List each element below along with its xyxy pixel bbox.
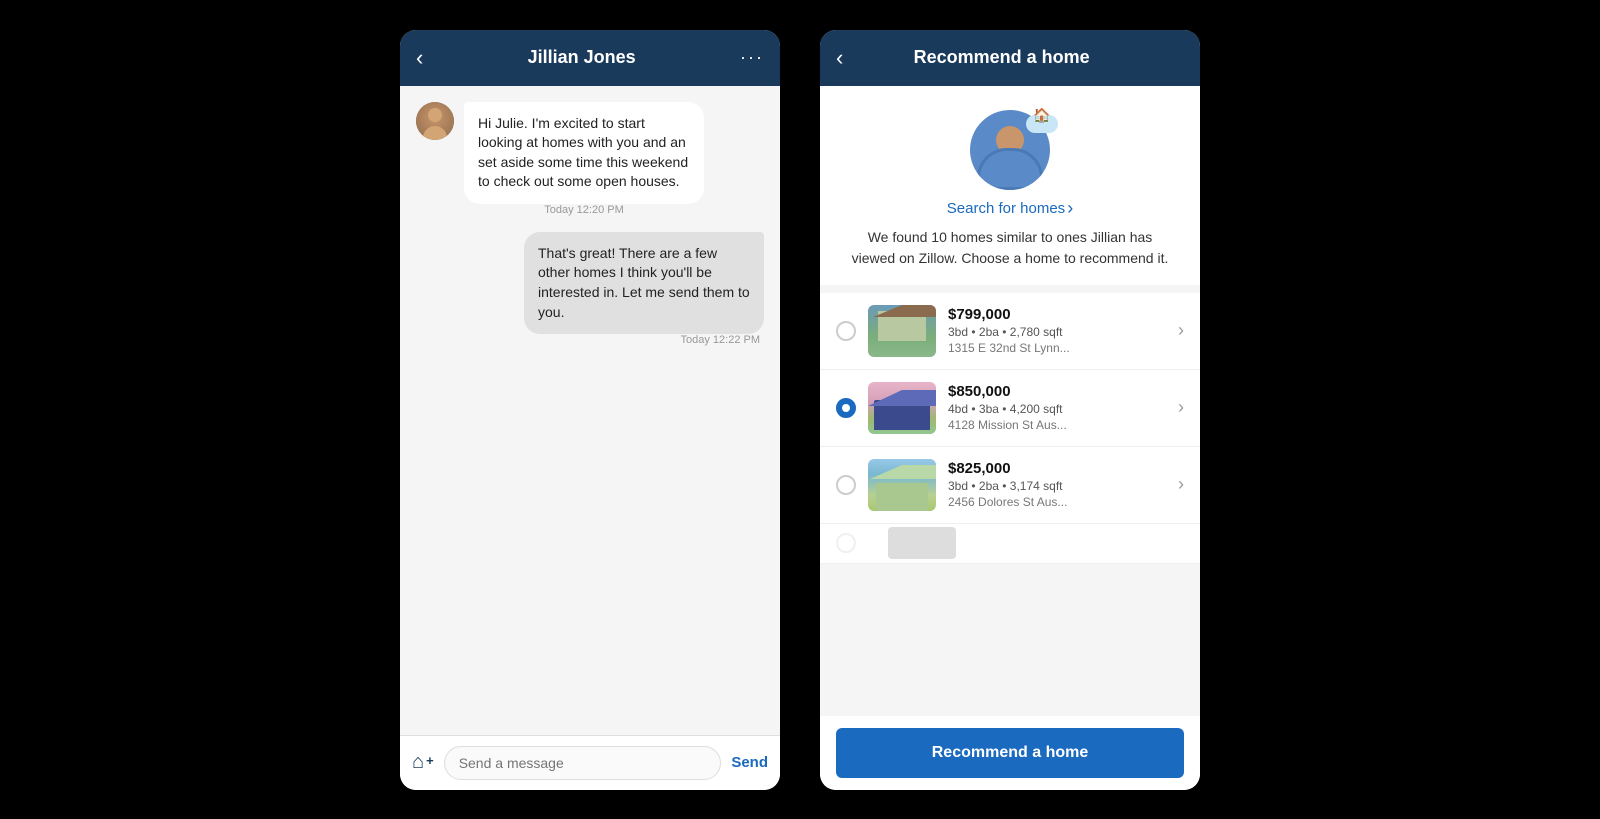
home-price-3: $825,000 [948, 460, 1166, 477]
chat-phone-frame: ‹ Jillian Jones ··· Hi Julie. I'm excite… [400, 30, 780, 790]
house-cloud-badge [1024, 102, 1060, 138]
home-details-3: 3bd • 2ba • 3,174 sqft [948, 479, 1166, 493]
home-price-2: $850,000 [948, 383, 1166, 400]
home-thumbnail-3 [868, 459, 936, 511]
partial-home-item [820, 524, 1200, 564]
home-thumbnail-1 [868, 305, 936, 357]
homes-list: $799,000 3bd • 2ba • 2,780 sqft 1315 E 3… [820, 285, 1200, 572]
description-text: We found 10 homes similar to ones Jillia… [836, 227, 1184, 269]
timestamp-sent: Today 12:22 PM [524, 334, 764, 346]
search-for-homes-link[interactable]: Search for homes [947, 198, 1073, 219]
chat-body: Hi Julie. I'm excited to start looking a… [400, 86, 780, 735]
timestamp-received: Today 12:20 PM [464, 204, 704, 216]
recommend-phone-frame: ‹ Recommend a home Search for homes We f… [820, 30, 1200, 790]
home-chevron-2: › [1178, 397, 1184, 418]
avatar-image [416, 102, 454, 140]
cloud-house-icon [1024, 107, 1060, 133]
partial-radio [836, 533, 856, 553]
home-info-3: $825,000 3bd • 2ba • 3,174 sqft 2456 Dol… [948, 460, 1166, 509]
chat-more-button[interactable]: ··· [740, 47, 764, 68]
send-button[interactable]: Send [731, 754, 768, 771]
home-thumbnail-2 [868, 382, 936, 434]
home-radio-1[interactable] [836, 321, 856, 341]
home-address-2: 4128 Mission St Aus... [948, 418, 1166, 432]
home-chevron-1: › [1178, 320, 1184, 341]
avatar [416, 102, 454, 140]
plus-icon: + [426, 753, 434, 768]
home-item-3[interactable]: $825,000 3bd • 2ba • 3,174 sqft 2456 Dol… [820, 447, 1200, 524]
recommend-button[interactable]: Recommend a home [836, 728, 1184, 778]
recommend-back-button[interactable]: ‹ [836, 45, 843, 71]
chat-header-title: Jillian Jones [528, 47, 636, 68]
home-plus-button[interactable]: ⌂+ [412, 751, 434, 774]
home-info-1: $799,000 3bd • 2ba • 2,780 sqft 1315 E 3… [948, 306, 1166, 355]
recommend-header: ‹ Recommend a home [820, 30, 1200, 86]
recommend-header-title: Recommend a home [914, 47, 1090, 68]
home-item-2[interactable]: $850,000 4bd • 3ba • 4,200 sqft 4128 Mis… [820, 370, 1200, 447]
bubble-received: Hi Julie. I'm excited to start looking a… [464, 102, 704, 204]
chat-header: ‹ Jillian Jones ··· [400, 30, 780, 86]
home-price-1: $799,000 [948, 306, 1166, 323]
recommend-body: Search for homes We found 10 homes simil… [820, 86, 1200, 716]
home-info-2: $850,000 4bd • 3ba • 4,200 sqft 4128 Mis… [948, 383, 1166, 432]
home-address-1: 1315 E 32nd St Lynn... [948, 341, 1166, 355]
bubble-sent: That's great! There are a few other home… [524, 232, 764, 334]
profile-section: Search for homes We found 10 homes simil… [820, 86, 1200, 285]
home-icon: ⌂ [412, 751, 424, 774]
chat-back-button[interactable]: ‹ [416, 45, 423, 71]
home-details-2: 4bd • 3ba • 4,200 sqft [948, 402, 1166, 416]
home-radio-3[interactable] [836, 475, 856, 495]
message-row-received: Hi Julie. I'm excited to start looking a… [416, 102, 764, 216]
recommend-footer: Recommend a home [820, 716, 1200, 790]
chat-footer: ⌂+ Send [400, 735, 780, 790]
message-row-sent: That's great! There are a few other home… [416, 232, 764, 346]
message-input[interactable] [444, 746, 722, 780]
profile-avatar-wrap [970, 110, 1050, 190]
partial-thumbnail [888, 527, 956, 559]
home-chevron-3: › [1178, 474, 1184, 495]
home-details-1: 3bd • 2ba • 2,780 sqft [948, 325, 1166, 339]
home-address-3: 2456 Dolores St Aus... [948, 495, 1166, 509]
home-radio-2[interactable] [836, 398, 856, 418]
home-item-1[interactable]: $799,000 3bd • 2ba • 2,780 sqft 1315 E 3… [820, 293, 1200, 370]
